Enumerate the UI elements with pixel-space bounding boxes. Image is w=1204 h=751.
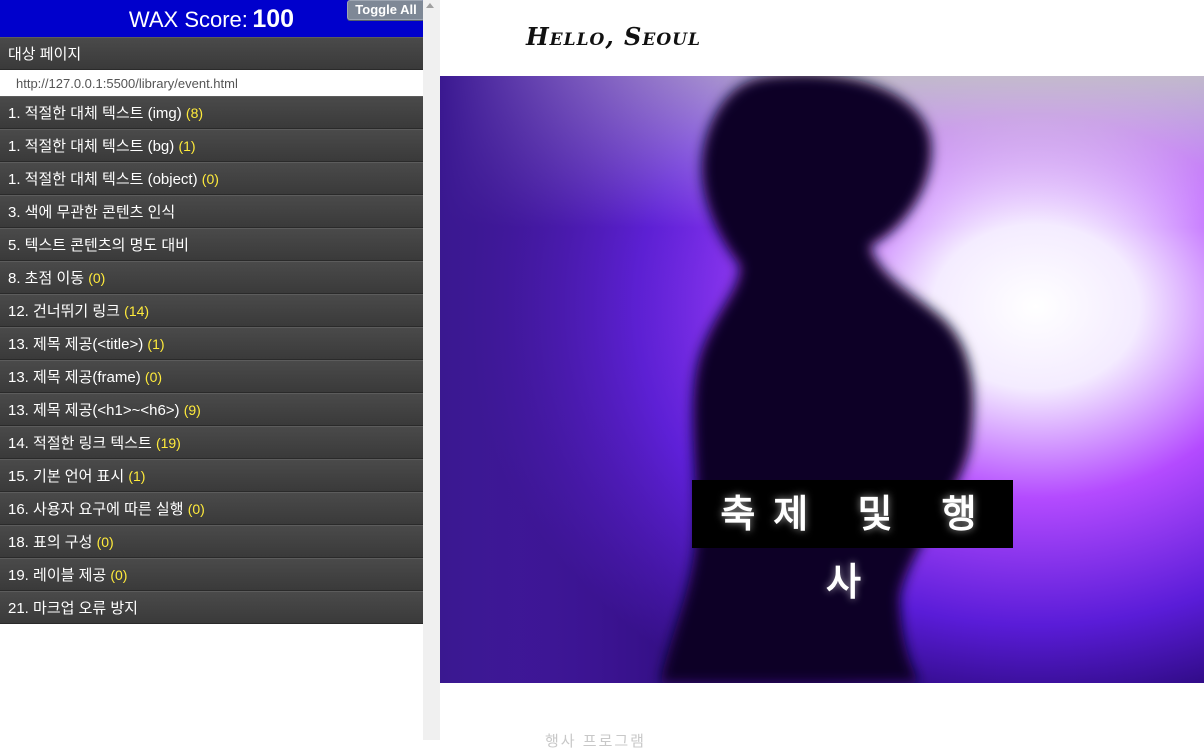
wax-check-item[interactable]: 13. 제목 제공(<h1>~<h6>) (9) (0, 393, 423, 426)
wax-score-label: WAX Score: (128, 7, 248, 32)
wax-check-label: 1. 적절한 대체 텍스트 (img) (8, 105, 182, 122)
wax-check-count: (1) (147, 336, 165, 352)
wax-check-label: 5. 텍스트 콘텐츠의 명도 대비 (8, 237, 189, 254)
wax-check-item[interactable]: 13. 제목 제공(frame) (0) (0, 360, 423, 393)
wax-check-item[interactable]: 1. 적절한 대체 텍스트 (object) (0) (0, 162, 423, 195)
wax-check-item[interactable]: 1. 적절한 대체 텍스트 (bg) (1) (0, 129, 423, 162)
wax-check-item[interactable]: 3. 색에 무관한 콘텐츠 인식 (0, 195, 423, 228)
wax-check-item[interactable]: 1. 적절한 대체 텍스트 (img) (8) (0, 96, 423, 129)
wax-panel: WAX Score: 100 Toggle All 대상 페이지 http://… (0, 0, 425, 740)
scroll-up-arrow-icon[interactable] (426, 3, 434, 8)
wax-check-count: (14) (124, 303, 150, 319)
wax-check-label: 3. 색에 무관한 콘텐츠 인식 (8, 204, 176, 221)
wax-check-item[interactable]: 16. 사용자 요구에 따른 실행 (0) (0, 492, 423, 525)
wax-check-count: (8) (185, 105, 204, 121)
wax-check-item[interactable]: 15. 기본 언어 표시 (1) (0, 459, 423, 492)
wax-check-item[interactable]: 18. 표의 구성 (0) (0, 525, 423, 558)
wax-check-count: (19) (155, 435, 181, 451)
wax-check-count: (0) (110, 567, 128, 583)
wax-check-label: 12. 건너뛰기 링크 (8, 303, 120, 320)
wax-check-count: (1) (128, 468, 146, 484)
target-page-url: http://127.0.0.1:5500/library/event.html (0, 70, 423, 96)
wax-check-count: (0) (201, 171, 219, 187)
wax-check-label: 13. 제목 제공(<title>) (8, 336, 144, 353)
wax-check-label: 18. 표의 구성 (8, 534, 93, 551)
hero-title: 축제 및 행사 (692, 480, 1013, 604)
hero-silhouette-image (440, 76, 1204, 683)
site-logo[interactable]: Hello, Seoul (526, 22, 701, 51)
wax-check-label: 1. 적절한 대체 텍스트 (object) (8, 171, 198, 188)
wax-check-label: 8. 초점 이동 (8, 270, 85, 287)
hero-banner: 축제 및 행사 (440, 76, 1204, 683)
wax-check-list: 1. 적절한 대체 텍스트 (img) (8) 1. 적절한 대체 텍스트 (bg… (0, 96, 423, 624)
wax-check-item[interactable]: 5. 텍스트 콘텐츠의 명도 대비 (0, 228, 423, 261)
wax-score-header: WAX Score: 100 Toggle All (0, 0, 425, 37)
panel-scrollbar[interactable] (423, 0, 440, 740)
wax-check-count: (0) (96, 534, 114, 550)
toggle-all-button[interactable]: Toggle All (347, 0, 425, 20)
wax-check-count: (9) (183, 402, 201, 418)
section-caption: 행사 프로그램 (545, 733, 646, 750)
wax-check-count: (1) (178, 138, 196, 154)
wax-check-label: 13. 제목 제공(frame) (8, 369, 141, 386)
target-page-header[interactable]: 대상 페이지 (0, 37, 423, 70)
wax-check-count: (0) (88, 270, 106, 286)
wax-check-item[interactable]: 13. 제목 제공(<title>) (1) (0, 327, 423, 360)
wax-check-item[interactable]: 12. 건너뛰기 링크 (14) (0, 294, 423, 327)
wax-check-item[interactable]: 14. 적절한 링크 텍스트 (19) (0, 426, 423, 459)
wax-check-count: (0) (144, 369, 163, 385)
wax-check-label: 14. 적절한 링크 텍스트 (8, 435, 152, 452)
wax-check-label: 1. 적절한 대체 텍스트 (bg) (8, 138, 175, 155)
wax-check-label: 15. 기본 언어 표시 (8, 468, 125, 485)
wax-check-label: 21. 마크업 오류 방지 (8, 600, 138, 617)
wax-check-count: (0) (187, 501, 205, 517)
wax-check-label: 19. 레이블 제공 (8, 567, 107, 584)
wax-score-value: 100 (252, 5, 295, 33)
wax-check-label: 16. 사용자 요구에 따른 실행 (8, 501, 184, 518)
wax-check-item[interactable]: 21. 마크업 오류 방지 (0, 591, 423, 624)
wax-check-label: 13. 제목 제공(<h1>~<h6>) (8, 402, 180, 419)
wax-check-item[interactable]: 8. 초점 이동 (0) (0, 261, 423, 294)
wax-check-item[interactable]: 19. 레이블 제공 (0) (0, 558, 423, 591)
